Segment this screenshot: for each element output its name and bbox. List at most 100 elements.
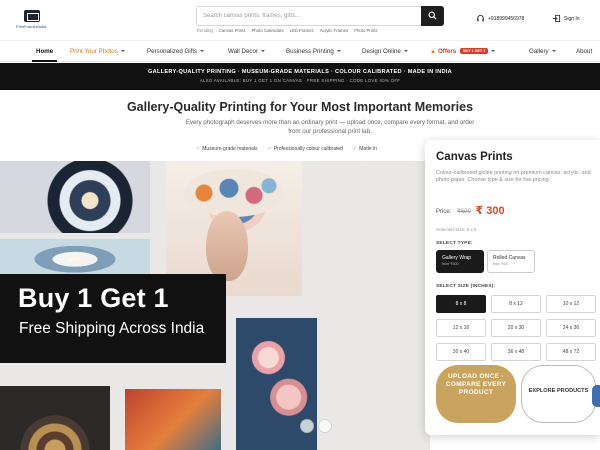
feature-item: ✓ Professionally colour calibrated [268,146,343,152]
nav-label: Design Online [362,48,401,55]
nav-offers[interactable]: ▲ Offers BUY 1 GET 1 [430,48,496,55]
price-row: Price: ₹600 ₹ 300 [436,204,505,217]
chevron-down-icon [120,50,125,52]
size-option[interactable]: 30 x 40 [436,343,486,361]
signin-icon [552,14,561,23]
carousel-controls [300,419,332,433]
check-icon: ✓ [196,146,201,152]
trending-link[interactable]: Acrylic Frames [320,28,348,36]
headset-icon [477,14,484,22]
product-config-card: Canvas Prints Colour-calibrated giclée p… [425,140,600,435]
banner-line-1: GALLERY-QUALITY PRINTING · MUSEUM-GRADE … [147,69,453,75]
nav-home[interactable]: Home [31,48,58,62]
explore-products-button[interactable]: EXPLORE PRODUCTS [521,365,596,423]
size-option[interactable]: 12 x 16 [436,319,486,337]
artwork-abstract-swirl [0,386,110,450]
chevron-down-icon [551,50,556,52]
nav-label: About [576,48,593,55]
artwork-floral-crown [184,169,284,217]
carousel-prev-button[interactable] [300,419,314,433]
nav-label: Offers [437,48,457,55]
hero-gallery-image: Buy 1 Get 1 Free Shipping Across India [0,161,430,450]
signin-label: Sign In [564,15,580,22]
signin-link[interactable]: Sign In [552,14,580,23]
chevron-down-icon [491,50,496,52]
nav-label: Wall Decor [228,48,259,55]
promo-box[interactable]: Buy 1 Get 1 Free Shipping Across India [0,274,226,363]
feature-item: ✓ Made in [353,146,377,152]
upload-compare-button[interactable]: UPLOAD ONCE · COMPARE EVERY PRODUCT [436,365,516,423]
search-icon [428,11,437,20]
type-from-price: from ₹63 [493,262,508,266]
trending-searches: Trending Canvas Prints Photo Calendars L… [196,28,378,36]
feature-list: ✓ Museum-grade materials ✓ Professionally … [196,146,377,152]
page-headline: Gallery-Quality Printing for Your Most I… [126,100,474,114]
main-nav: Home Print Your Photos Personalized Gift… [0,40,600,62]
announcement-banner: GALLERY-QUALITY PRINTING · MUSEUM-GRADE … [0,63,600,90]
type-label: SELECT TYPE: [436,241,473,246]
size-option[interactable]: 24 x 36 [546,319,596,337]
carousel-next-button[interactable] [318,419,332,433]
site-header: PrintFramesIndia Trending Canvas Prints … [0,0,600,40]
feature-label: Professionally colour calibrated [273,146,343,152]
artwork-bird [125,389,221,450]
product-description: Colour-calibrated giclée printing on pre… [436,170,591,184]
price-label: Price: [436,209,452,215]
nav-business-printing[interactable]: Business Printing [286,48,341,55]
chevron-down-icon [336,50,341,52]
size-options: 8 x 8 8 x 12 10 x 12 12 x 16 20 x 30 24 … [436,295,596,361]
offer-badge: BUY 1 GET 1 [460,48,489,54]
trending-label: Trending [196,28,213,33]
chevron-down-icon [200,50,205,52]
feature-label: Made in [359,146,377,152]
type-rolled-canvas-button[interactable]: Rolled Canvas from ₹63 [487,250,535,273]
current-price: ₹ 300 [475,205,505,217]
size-label: SELECT SIZE (INCHES): [436,284,496,289]
type-gallery-wrap-button[interactable]: Gallery Wrap from ₹300 [436,250,484,273]
phone-contact[interactable]: +918999456978 [476,14,524,23]
nav-about[interactable]: About [576,48,592,55]
size-option[interactable]: 8 x 12 [491,295,541,313]
nav-wall-decor[interactable]: Wall Decor [228,48,266,55]
feature-item: ✓ Museum-grade materials [196,146,258,152]
nav-label: Personalized Gifts [147,48,198,55]
nav-gallery[interactable]: Gallery [529,48,556,55]
size-option[interactable]: 8 x 8 [436,295,486,313]
size-option[interactable]: 10 x 12 [546,295,596,313]
search-button[interactable] [421,6,444,26]
nav-print-your-photos[interactable]: Print Your Photos [70,48,125,55]
trending-link[interactable]: Photo Calendars [252,28,284,36]
trending-link[interactable]: Photo Prints [354,28,377,36]
search-input[interactable] [197,7,421,25]
trending-link[interactable]: LED Frames [290,28,314,36]
feature-label: Museum-grade materials [202,146,258,152]
page-subtext: Every photograph deserves more than an o… [185,119,475,135]
nav-label: Business Printing [286,48,334,55]
phone-number: +918999456978 [488,15,525,22]
chevron-down-icon [403,50,408,52]
nav-label: Print Your Photos [70,48,118,55]
nav-design-online[interactable]: Design Online [362,48,408,55]
check-icon: ✓ [267,146,272,152]
artwork-face [206,211,248,281]
nav-personalized-gifts[interactable]: Personalized Gifts [147,48,205,55]
product-title: Canvas Prints [436,151,513,163]
size-option[interactable]: 36 x 48 [491,343,541,361]
banner-line-2: ALSO AVAILABLE: BUY 1 GET 1 ON CANVAS · … [199,78,401,83]
promo-title: Buy 1 Get 1 [18,283,169,313]
site-logo[interactable]: PrintFramesIndia [14,8,50,34]
nav-label: Home [36,48,54,55]
promo-subtitle: Free Shipping Across India [19,320,205,337]
nav-label: Gallery [529,48,549,55]
chevron-down-icon [261,50,266,52]
logo-mark [24,10,40,22]
fire-icon: ▲ [430,49,436,55]
old-price: ₹600 [457,209,471,215]
size-option[interactable]: 20 x 30 [491,319,541,337]
size-option[interactable]: 48 x 72 [546,343,596,361]
type-from-price: from ₹300 [442,262,459,266]
search-bar [196,6,444,26]
trending-link[interactable]: Canvas Prints [219,28,246,36]
side-widget-tab[interactable] [592,385,600,407]
check-icon: ✓ [352,146,358,152]
